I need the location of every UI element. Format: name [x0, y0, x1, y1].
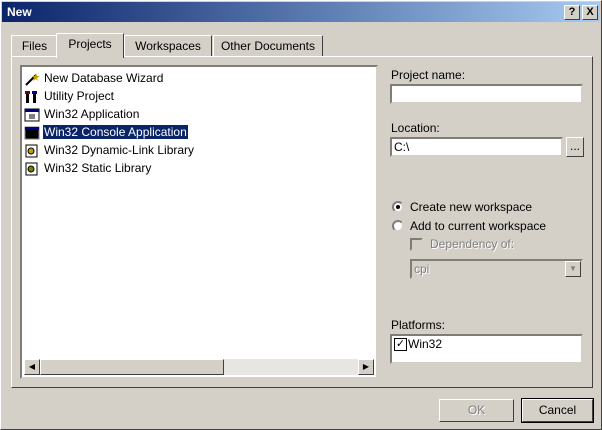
horizontal-scrollbar[interactable]: ◀ ▶ [24, 359, 374, 375]
scroll-right-icon[interactable]: ▶ [358, 359, 374, 375]
tab-workspaces[interactable]: Workspaces [124, 35, 212, 56]
list-item[interactable]: New Database Wizard [24, 69, 164, 87]
lib-icon [24, 162, 40, 176]
app-icon [24, 108, 40, 122]
list-item-label: Utility Project [44, 89, 115, 103]
scroll-left-icon[interactable]: ◀ [24, 359, 40, 375]
list-item[interactable]: Utility Project [24, 87, 115, 105]
location-label: Location: [391, 121, 440, 135]
create-new-radio[interactable] [392, 201, 404, 213]
dependency-value: cpi [414, 262, 430, 276]
browse-button[interactable]: ... [566, 137, 584, 157]
dependency-select[interactable]: cpi ▼ [410, 259, 583, 279]
list-item[interactable]: Win32 Static Library [24, 159, 152, 177]
dll-icon [24, 144, 40, 158]
list-item[interactable]: Win32 Console Application [24, 123, 189, 141]
list-item-label: Win32 Console Application [42, 124, 189, 140]
project-type-list[interactable]: New Database Wizard Utility Project Win3… [20, 65, 378, 379]
list-item-label: Win32 Static Library [44, 161, 152, 175]
list-item[interactable]: Win32 Dynamic-Link Library [24, 141, 195, 159]
list-item-label: New Database Wizard [44, 71, 164, 85]
utility-icon [24, 90, 40, 104]
close-button[interactable]: X [582, 5, 598, 20]
add-current-radio[interactable] [392, 220, 404, 232]
dialog-title: New [7, 5, 32, 19]
tab-projects[interactable]: Projects [56, 33, 124, 58]
create-new-label[interactable]: Create new workspace [410, 200, 532, 214]
scroll-thumb[interactable] [40, 359, 224, 375]
new-dialog: New ? X Files Projects Workspaces Other … [0, 0, 602, 430]
tab-files[interactable]: Files [11, 35, 58, 56]
platforms-label: Platforms: [391, 318, 446, 332]
chevron-down-icon[interactable]: ▼ [565, 261, 581, 277]
title-bar[interactable]: New ? X [2, 2, 600, 22]
ok-button[interactable]: OK [439, 399, 514, 422]
list-item[interactable]: Win32 Application [24, 105, 140, 123]
wizard-icon [24, 72, 40, 86]
list-item-label: Win32 Application [44, 107, 140, 121]
platform-item: Win32 [408, 337, 443, 351]
project-name-label: Project name: [391, 68, 466, 82]
location-input[interactable]: C:\ [390, 137, 563, 157]
cancel-button[interactable]: Cancel [521, 398, 594, 423]
console-icon [24, 126, 40, 140]
project-name-input[interactable] [390, 84, 583, 104]
add-current-label[interactable]: Add to current workspace [410, 219, 546, 233]
tab-other-documents[interactable]: Other Documents [213, 35, 323, 56]
help-button[interactable]: ? [564, 5, 580, 20]
dependency-checkbox[interactable] [410, 238, 423, 251]
radio-dot-icon [396, 205, 400, 209]
dependency-label: Dependency of: [430, 237, 515, 251]
list-item-label: Win32 Dynamic-Link Library [44, 143, 195, 157]
check-icon[interactable]: ✓ [394, 338, 407, 351]
platforms-list[interactable]: ✓ Win32 [390, 334, 583, 364]
